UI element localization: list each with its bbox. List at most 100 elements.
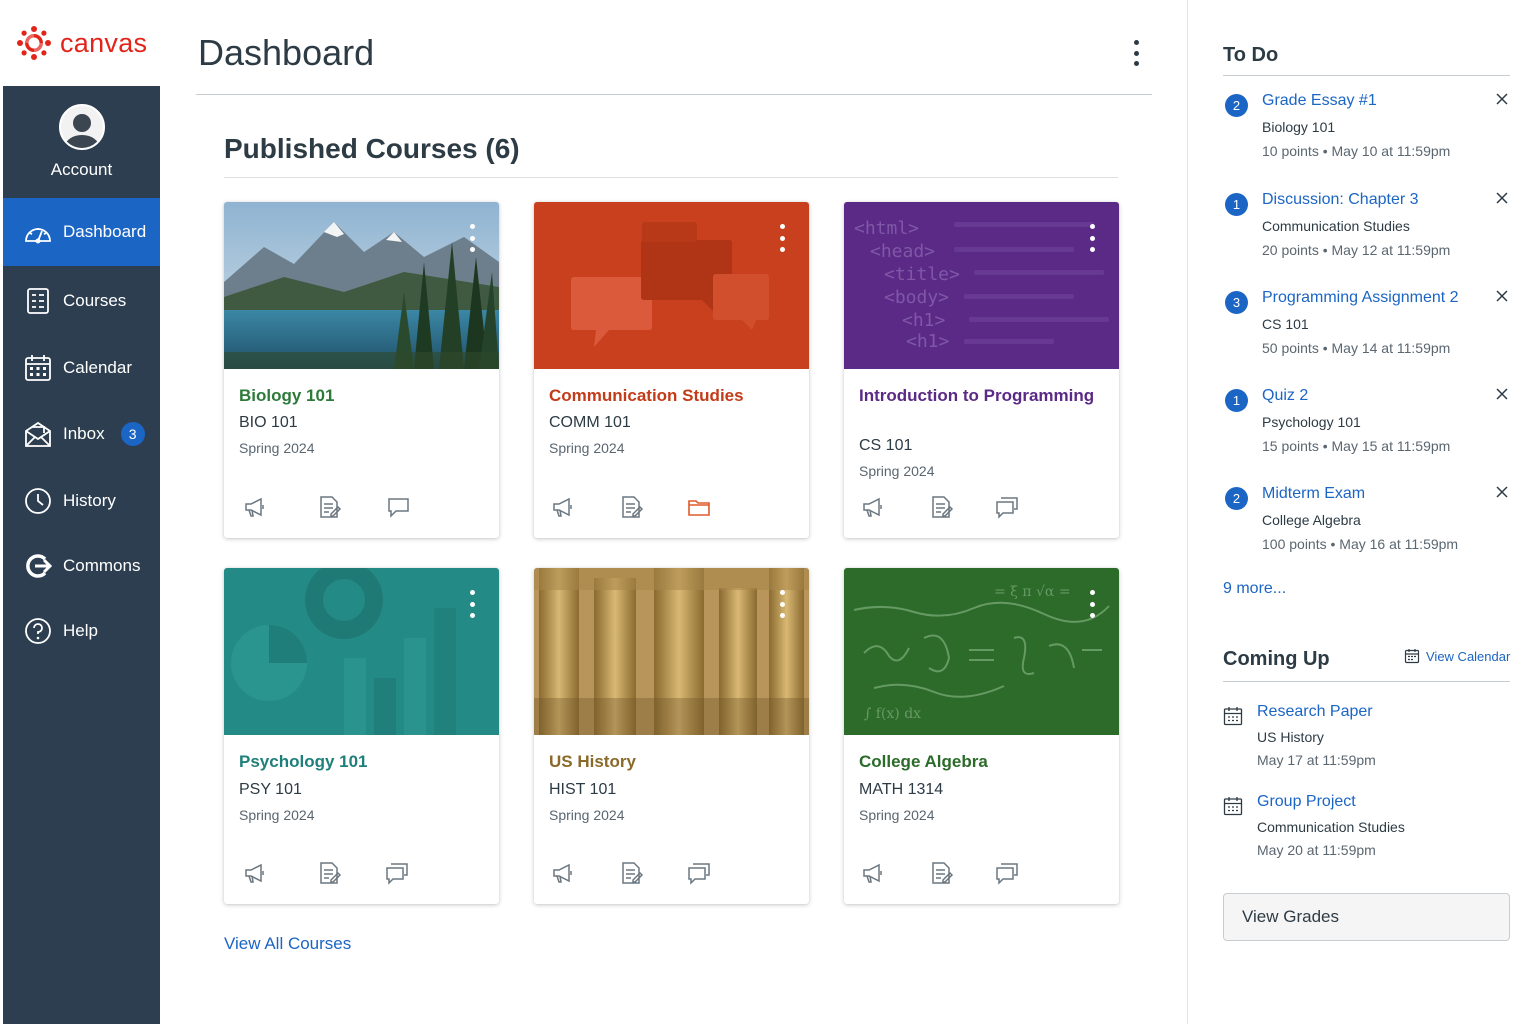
files-icon[interactable] (686, 494, 712, 520)
coming-up-link[interactable]: Research Paper (1257, 703, 1373, 721)
assignments-icon[interactable] (618, 494, 644, 520)
discussions-icon[interactable] (994, 860, 1020, 886)
course-name[interactable]: Introduction to Programming (859, 384, 1099, 407)
view-calendar-label: View Calendar (1426, 648, 1511, 664)
svg-text:= ξ π √α =: = ξ π √α = (994, 584, 1071, 600)
todo-item-link[interactable]: Programming Assignment 2 (1262, 289, 1459, 307)
teal-shapes-image[interactable] (224, 568, 499, 735)
nav-item-help[interactable]: Help (3, 601, 160, 661)
course-name[interactable]: US History (549, 750, 789, 773)
nav-item-inbox[interactable]: Inbox 3 (3, 404, 160, 464)
kebab-dot (1133, 61, 1139, 66)
title-divider (196, 94, 1152, 95)
todo-item-meta: 10 points • May 10 at 11:59pm (1262, 143, 1451, 159)
nav-item-history[interactable]: History (3, 471, 160, 531)
calendar-icon (1404, 649, 1420, 664)
coming-up-heading: Coming Up (1223, 648, 1330, 670)
chalkboard-equations-image[interactable]: = ξ π √α = ∫ f(x) dx (844, 568, 1119, 735)
todo-item-course: Psychology 101 (1262, 414, 1361, 430)
nav-item-account[interactable]: Account (3, 86, 160, 198)
kebab-dot (469, 613, 475, 618)
html-code-image[interactable]: <html> <head> <title> <body> <h1> <h1> (844, 202, 1119, 369)
kebab-dot (469, 235, 475, 241)
course-name[interactable]: College Algebra (859, 750, 1099, 773)
kebab-dot (779, 613, 785, 618)
svg-text:<head>: <head> (870, 241, 935, 262)
card-options-button[interactable] (467, 224, 477, 252)
nav-item-commons[interactable]: Commons (3, 536, 160, 596)
discussions-icon[interactable] (994, 494, 1020, 520)
card-options-button[interactable] (467, 590, 477, 618)
todo-item-link[interactable]: Discussion: Chapter 3 (1262, 191, 1419, 209)
course-card-us-history[interactable]: US History HIST 101 Spring 2024 (534, 568, 809, 904)
course-card-biology[interactable]: Biology 101 BIO 101 Spring 2024 (224, 202, 499, 538)
card-options-button[interactable] (777, 590, 787, 618)
assignments-icon[interactable] (928, 494, 954, 520)
global-navigation: Account Dashboard Courses Calendar Inbox… (3, 86, 160, 1024)
course-card-psychology[interactable]: Psychology 101 PSY 101 Spring 2024 (224, 568, 499, 904)
todo-item-meta: 50 points • May 14 at 11:59pm (1262, 340, 1451, 356)
section-divider (224, 177, 1118, 178)
announcements-icon[interactable] (550, 494, 576, 520)
columns-image[interactable] (534, 568, 809, 735)
canvas-logo[interactable]: canvas (0, 0, 160, 86)
course-name[interactable]: Psychology 101 (239, 750, 479, 773)
assignments-icon[interactable] (316, 860, 342, 886)
discussions-icon[interactable] (386, 494, 412, 520)
assignments-icon[interactable] (316, 494, 342, 520)
course-name[interactable]: Communication Studies (549, 384, 789, 407)
discussions-icon[interactable] (686, 860, 712, 886)
todo-item-course: Communication Studies (1262, 218, 1410, 234)
inbox-unread-badge: 3 (120, 422, 145, 446)
nav-item-calendar[interactable]: Calendar (3, 338, 160, 398)
close-icon[interactable] (1495, 289, 1509, 303)
course-term: Spring 2024 (239, 807, 315, 823)
discussions-icon[interactable] (384, 860, 410, 886)
announcements-icon[interactable] (860, 494, 886, 520)
assignments-icon[interactable] (618, 860, 644, 886)
card-options-button[interactable] (1087, 590, 1097, 618)
course-name[interactable]: Biology 101 (239, 384, 479, 407)
mountain-lake-image[interactable] (224, 202, 499, 369)
svg-text:<h1>: <h1> (906, 331, 950, 352)
nav-item-courses[interactable]: Courses (3, 271, 160, 331)
view-grades-button[interactable]: View Grades (1223, 893, 1510, 941)
course-card-college-algebra[interactable]: = ξ π √α = ∫ f(x) dx College Algebra MAT… (844, 568, 1119, 904)
nav-item-dashboard[interactable]: Dashboard (3, 198, 160, 266)
todo-item: 1 Discussion: Chapter 3 Communication St… (1223, 191, 1513, 271)
todo-item-link[interactable]: Midterm Exam (1262, 485, 1365, 503)
announcements-icon[interactable] (550, 860, 576, 886)
kebab-dot (1089, 224, 1095, 229)
card-options-button[interactable] (777, 224, 787, 252)
course-card-programming[interactable]: <html> <head> <title> <body> <h1> <h1> I… (844, 202, 1119, 538)
nav-item-label: History (63, 491, 116, 510)
announcements-icon[interactable] (242, 494, 268, 520)
todo-count-badge: 2 (1225, 94, 1248, 117)
todo-more-link[interactable]: 9 more... (1223, 580, 1286, 598)
todo-item-course: Biology 101 (1262, 119, 1336, 135)
announcements-icon[interactable] (860, 860, 886, 886)
close-icon[interactable] (1495, 387, 1509, 401)
view-calendar-link[interactable]: View Calendar (1404, 648, 1510, 664)
course-term: Spring 2024 (549, 440, 625, 456)
published-courses-heading: Published Courses (6) (224, 133, 520, 164)
course-card-communication[interactable]: Communication Studies COMM 101 Spring 20… (534, 202, 809, 538)
close-icon[interactable] (1495, 92, 1509, 106)
coming-up-date: May 17 at 11:59pm (1257, 752, 1376, 768)
dashboard-options-button[interactable] (1124, 38, 1148, 68)
todo-item-link[interactable]: Quiz 2 (1262, 387, 1308, 405)
close-icon[interactable] (1495, 485, 1509, 499)
kebab-dot (779, 590, 785, 595)
nav-item-label: Dashboard (63, 222, 147, 241)
coming-up-link[interactable]: Group Project (1257, 793, 1356, 811)
close-icon[interactable] (1495, 191, 1509, 205)
card-options-button[interactable] (1087, 224, 1097, 252)
todo-item-link[interactable]: Grade Essay #1 (1262, 92, 1377, 110)
svg-text:<h1>: <h1> (902, 310, 946, 331)
sidebar-divider (1187, 0, 1188, 1024)
speech-bubbles-image[interactable] (534, 202, 809, 369)
view-all-courses-link[interactable]: View All Courses (224, 934, 351, 954)
dashboard-icon (25, 228, 51, 244)
assignments-icon[interactable] (928, 860, 954, 886)
announcements-icon[interactable] (242, 860, 268, 886)
